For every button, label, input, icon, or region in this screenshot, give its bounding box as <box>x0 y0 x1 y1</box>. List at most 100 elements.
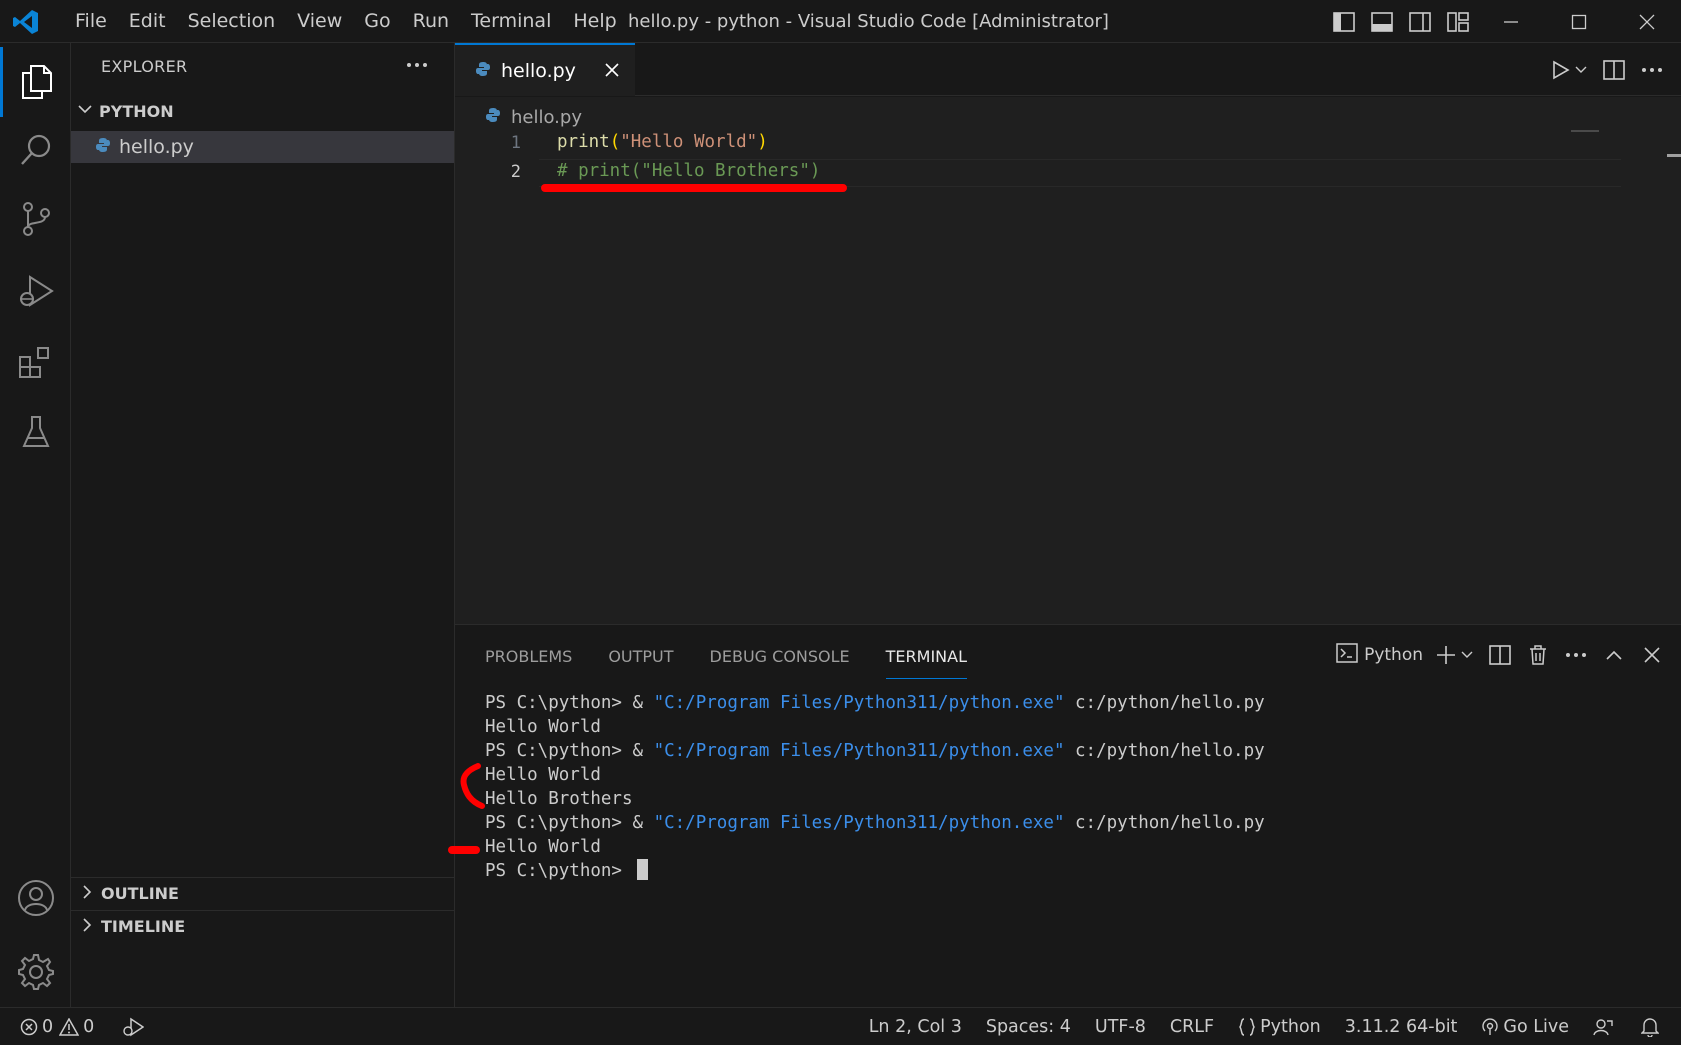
close-window-icon[interactable] <box>1613 0 1681 43</box>
minimize-icon[interactable] <box>1477 0 1545 43</box>
terminal-shell-selector[interactable]: Python <box>1336 635 1423 675</box>
shell-label: Python <box>1364 645 1423 665</box>
python-file-icon <box>95 137 111 157</box>
terminal-line: Hello World <box>485 837 601 857</box>
chevron-down-icon <box>77 101 93 121</box>
customize-layout-icon[interactable] <box>1439 0 1477 43</box>
split-editor-icon[interactable] <box>1595 50 1633 90</box>
sidebar-title: EXPLORER <box>101 57 188 76</box>
status-right: Ln 2, Col 3 Spaces: 4 UTF-8 CRLF Python … <box>869 1008 1681 1045</box>
menu-selection[interactable]: Selection <box>177 0 287 43</box>
terminal-line: PS C:\python> & "C:/Program Files/Python… <box>485 739 1265 763</box>
panel-more-actions-icon[interactable] <box>1557 635 1595 675</box>
notifications-bell-icon[interactable] <box>1641 1017 1663 1037</box>
outline-label: OUTLINE <box>101 884 179 903</box>
chevron-right-icon <box>79 884 95 904</box>
menu-terminal[interactable]: Terminal <box>460 0 562 43</box>
code-token-string: "Hello World" <box>620 132 758 152</box>
accounts-feedback-icon[interactable] <box>1593 1018 1617 1036</box>
python-file-icon <box>485 107 501 127</box>
search-icon[interactable] <box>0 115 71 185</box>
chevron-right-icon <box>79 917 95 937</box>
terminal-exe-path: "C:/Program Files/Python311/python.exe" <box>653 741 1065 761</box>
maximize-panel-chevron-up-icon[interactable] <box>1595 635 1633 675</box>
problems-status[interactable]: 0 0 <box>20 1017 94 1037</box>
timeline-section[interactable]: TIMELINE <box>71 910 454 942</box>
indentation[interactable]: Spaces: 4 <box>986 1017 1071 1037</box>
tab-output[interactable]: OUTPUT <box>608 643 673 679</box>
breadcrumb-file[interactable]: hello.py <box>511 107 582 128</box>
line-number: 1 <box>510 133 521 153</box>
terminal-line: PS C:\python> <box>485 859 1265 883</box>
terminal-prompt: PS C:\python> & <box>485 741 654 761</box>
terminal-prompt: PS C:\python> & <box>485 693 654 713</box>
extensions-icon[interactable] <box>0 328 71 398</box>
language-mode[interactable]: Python <box>1238 1017 1321 1037</box>
new-terminal-icon[interactable] <box>1431 635 1481 675</box>
terminal-script: c:/python/hello.py <box>1064 741 1265 761</box>
toggle-panel-icon[interactable] <box>1363 0 1401 43</box>
code-token-paren: ) <box>757 132 768 152</box>
warning-count: 0 <box>83 1016 95 1037</box>
error-count: 0 <box>42 1016 54 1037</box>
scrollbar-marker[interactable] <box>1667 154 1681 157</box>
kill-terminal-trash-icon[interactable] <box>1519 635 1557 675</box>
menu-run[interactable]: Run <box>402 0 460 43</box>
language-label: Python <box>1260 1016 1321 1037</box>
menu-bar: File Edit Selection View Go Run Terminal… <box>64 0 628 43</box>
explorer-sidebar: EXPLORER PYTHON hello.py OUTLINE TIMELIN… <box>71 43 455 1007</box>
menu-edit[interactable]: Edit <box>118 0 177 43</box>
timeline-label: TIMELINE <box>101 917 186 936</box>
outline-section[interactable]: OUTLINE <box>71 877 454 909</box>
maximize-icon[interactable] <box>1545 0 1613 43</box>
manage-gear-icon[interactable] <box>0 937 71 1007</box>
tab-debug-console[interactable]: DEBUG CONSOLE <box>710 643 850 679</box>
braces-icon <box>1239 1017 1256 1036</box>
go-live-button[interactable]: Go Live <box>1481 1017 1569 1037</box>
more-actions-icon[interactable] <box>402 51 432 79</box>
terminal-script: c:/python/hello.py <box>1064 813 1265 833</box>
menu-file[interactable]: File <box>64 0 118 43</box>
code-editor[interactable]: hello.py 1 print("Hello World") 2 # prin… <box>455 97 1681 624</box>
menu-go[interactable]: Go <box>353 0 401 43</box>
editor-more-actions-icon[interactable] <box>1633 50 1671 90</box>
code-line-2: # print("Hello Brothers") <box>557 161 821 181</box>
broadcast-icon <box>1482 1017 1499 1035</box>
run-python-file-icon[interactable] <box>1545 50 1595 90</box>
close-tab-icon[interactable] <box>601 59 623 81</box>
explorer-icon[interactable] <box>0 47 71 117</box>
terminal-output[interactable]: PS C:\python> & "C:/Program Files/Python… <box>485 691 1265 883</box>
editor-tab-bar: hello.py <box>455 43 1681 96</box>
toggle-secondary-sidebar-icon[interactable] <box>1401 0 1439 43</box>
toggle-primary-sidebar-icon[interactable] <box>1325 0 1363 43</box>
menu-help[interactable]: Help <box>562 0 627 43</box>
red-brace-annotation <box>460 763 485 809</box>
tab-hello-py[interactable]: hello.py <box>455 43 635 96</box>
encoding[interactable]: UTF-8 <box>1095 1017 1146 1037</box>
run-and-debug-icon[interactable] <box>0 256 71 326</box>
status-bar: 0 0 Ln 2, Col 3 Spaces: 4 UTF-8 CRLF Pyt… <box>0 1007 1681 1045</box>
debug-status-icon[interactable] <box>122 1017 148 1037</box>
accounts-icon[interactable] <box>0 863 71 933</box>
status-left: 0 0 <box>20 1008 172 1045</box>
terminal-exe-path: "C:/Program Files/Python311/python.exe" <box>653 693 1065 713</box>
tab-problems[interactable]: PROBLEMS <box>485 643 572 679</box>
close-panel-icon[interactable] <box>1633 635 1671 675</box>
python-interpreter[interactable]: 3.11.2 64-bit <box>1345 1017 1458 1037</box>
end-of-line[interactable]: CRLF <box>1170 1017 1214 1037</box>
folder-python[interactable]: PYTHON <box>71 97 454 125</box>
split-terminal-icon[interactable] <box>1481 635 1519 675</box>
testing-icon[interactable] <box>0 397 71 467</box>
terminal-prompt: PS C:\python> & <box>485 813 654 833</box>
minimap[interactable] <box>1571 130 1599 132</box>
terminal-icon <box>1336 643 1358 667</box>
menu-view[interactable]: View <box>286 0 353 43</box>
red-dash-annotation <box>448 846 480 854</box>
cursor-position[interactable]: Ln 2, Col 3 <box>869 1017 962 1037</box>
terminal-line: PS C:\python> & "C:/Program Files/Python… <box>485 811 1265 835</box>
file-item-hello-py[interactable]: hello.py <box>71 131 454 163</box>
tab-terminal[interactable]: TERMINAL <box>885 643 968 679</box>
line-number: 2 <box>510 162 521 182</box>
source-control-icon[interactable] <box>0 184 71 254</box>
terminal-line: Hello Brothers <box>485 789 633 809</box>
